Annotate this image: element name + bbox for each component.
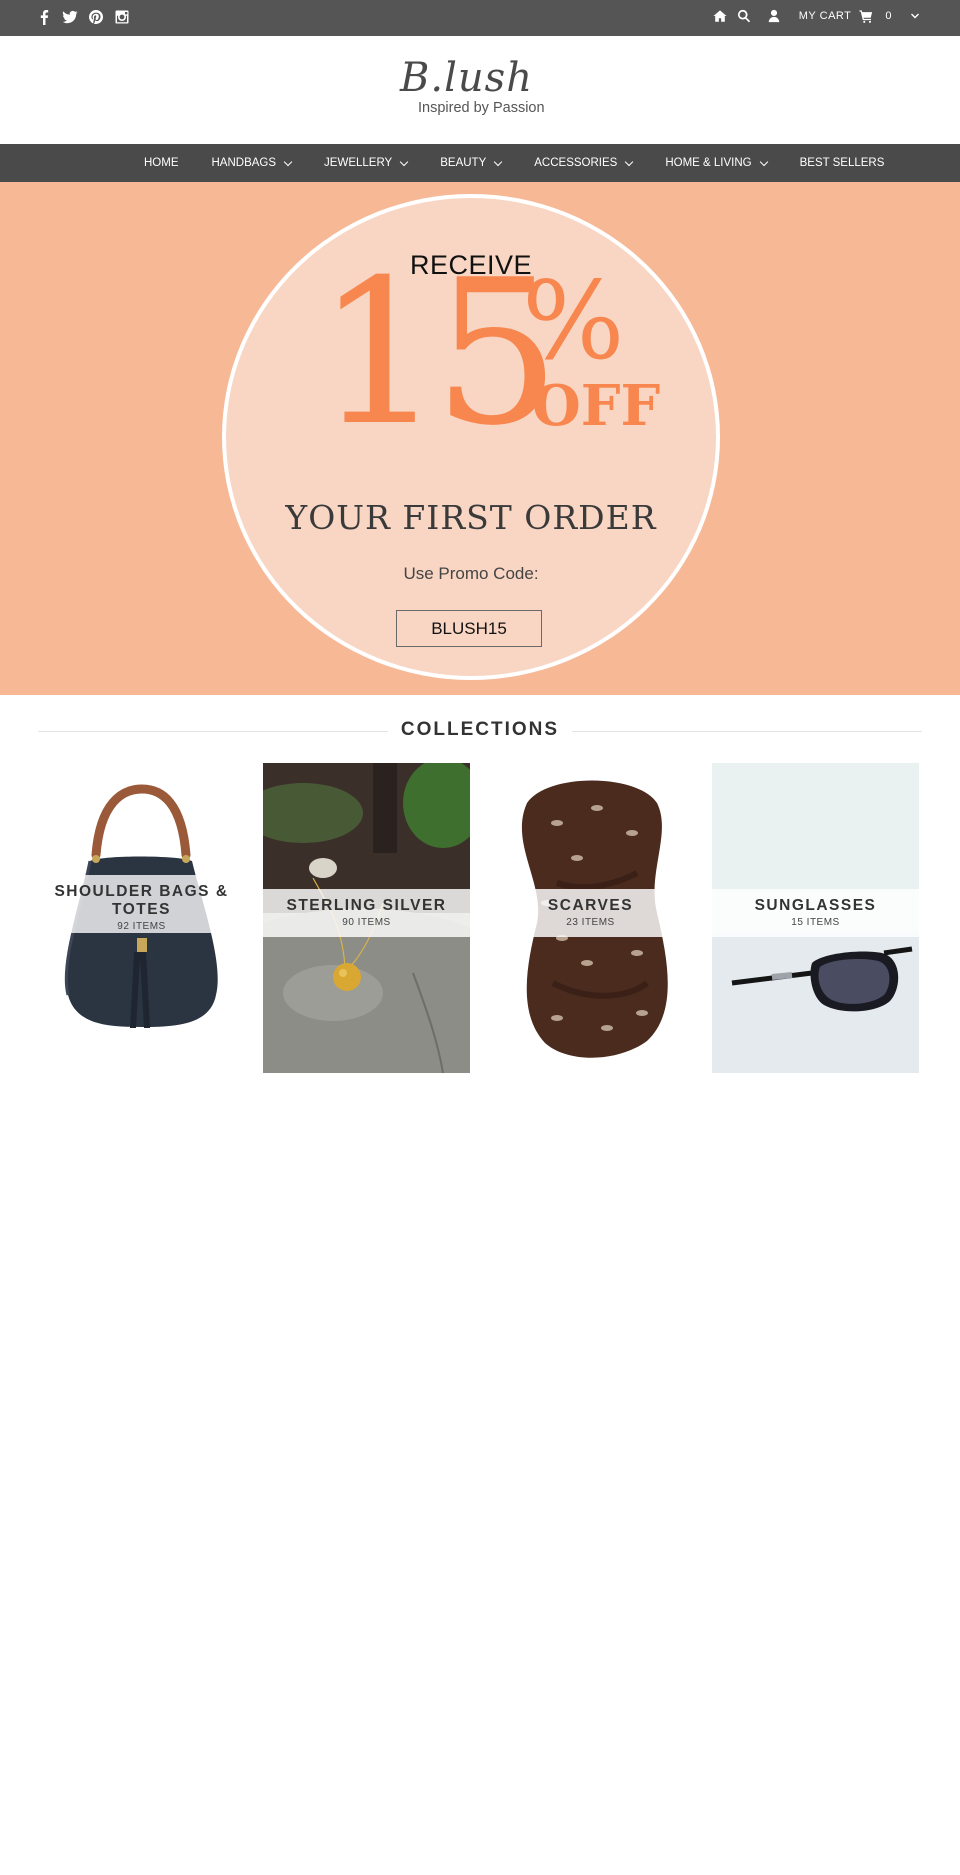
- promo-percent-number: 15: [316, 237, 560, 470]
- logo-wordmark: B.lush: [400, 55, 533, 101]
- nav-item-label: HANDBAGS: [211, 157, 277, 169]
- top-bar: MY CART 0: [0, 0, 960, 36]
- site-header: B.lush Inspired by Passion: [0, 36, 960, 144]
- collection-tile-sunglasses[interactable]: SUNGLASSES 15 ITEMS: [712, 763, 919, 1073]
- chevron-down-icon: [283, 157, 293, 166]
- collection-count: 90 ITEMS: [342, 917, 391, 928]
- chevron-down-icon[interactable]: [910, 11, 920, 21]
- collections-heading: COLLECTIONS: [38, 716, 922, 746]
- utility-links: MY CART 0: [713, 9, 920, 23]
- collection-name: SCARVES: [547, 897, 634, 914]
- nav-item-best-sellers[interactable]: BEST SELLERS: [800, 157, 885, 169]
- chevron-down-icon: [399, 157, 409, 166]
- chevron-down-icon: [625, 157, 634, 166]
- collection-caption: SCARVES 23 ITEMS: [487, 889, 694, 937]
- nav-item-home[interactable]: HOME: [144, 157, 179, 169]
- nav-item-label: JEWELLERY: [324, 157, 393, 169]
- chevron-down-icon: [759, 157, 768, 166]
- cart-icon: [859, 9, 873, 23]
- collection-tile-scarves[interactable]: SCARVES 23 ITEMS: [487, 763, 694, 1073]
- collection-count: 23 ITEMS: [566, 917, 615, 928]
- nav-item-beauty[interactable]: BEAUTY: [440, 157, 503, 169]
- promo-code-box: BLUSH15: [396, 610, 542, 647]
- nav-item-home-living[interactable]: HOME & LIVING: [665, 157, 768, 169]
- nav-item-handbags[interactable]: HANDBAGS: [211, 157, 293, 169]
- site-logo[interactable]: B.lush Inspired by Passion: [398, 56, 558, 122]
- logo-tagline: Inspired by Passion: [418, 100, 545, 116]
- collection-name: SUNGLASSES: [754, 897, 877, 914]
- collection-caption: SHOULDER BAGS & TOTES 92 ITEMS: [38, 875, 245, 933]
- nav-item-label: HOME: [144, 157, 179, 169]
- home-icon[interactable]: [713, 9, 727, 23]
- promo-code-label: Use Promo Code:: [403, 564, 539, 583]
- collection-tile-sterling-silver[interactable]: STERLING SILVER 90 ITEMS: [263, 763, 470, 1073]
- search-icon[interactable]: [737, 9, 751, 23]
- nav-item-accessories[interactable]: ACCESSORIES: [534, 157, 634, 169]
- user-icon[interactable]: [767, 9, 781, 23]
- main-nav: HOME HANDBAGS JEWELLERY BEAUTY ACCESSORI…: [0, 144, 960, 182]
- nav-item-label: HOME & LIVING: [665, 157, 752, 169]
- nav-item-jewellery[interactable]: JEWELLERY: [324, 157, 409, 169]
- pinterest-icon[interactable]: [88, 9, 104, 25]
- collection-caption: STERLING SILVER 90 ITEMS: [263, 889, 470, 937]
- cart-count: 0: [885, 10, 892, 22]
- facebook-icon[interactable]: [36, 9, 52, 25]
- collection-name: STERLING SILVER: [286, 897, 447, 914]
- promo-off-text: OFF: [532, 373, 661, 439]
- promo-percent-sign: %: [522, 259, 625, 384]
- instagram-icon[interactable]: [114, 9, 130, 25]
- nav-item-label: BEAUTY: [440, 157, 487, 169]
- social-links: [36, 9, 130, 25]
- collection-count: 15 ITEMS: [791, 917, 840, 928]
- twitter-icon[interactable]: [62, 9, 78, 25]
- cart-label: MY CART: [798, 10, 852, 22]
- promo-first-order-text: YOUR FIRST ORDER: [285, 498, 657, 537]
- collection-tile-shoulder-bags[interactable]: SHOULDER BAGS & TOTES 92 ITEMS: [38, 763, 245, 1073]
- collection-caption: SUNGLASSES 15 ITEMS: [712, 889, 919, 937]
- promo-circle: RECEIVE 15 % OFF YOUR FIRST ORDER Use Pr…: [222, 194, 720, 680]
- section-title: COLLECTIONS: [400, 719, 560, 740]
- collection-count: 92 ITEMS: [117, 921, 166, 932]
- collection-name: SHOULDER BAGS & TOTES: [54, 883, 229, 918]
- nav-item-label: ACCESSORIES: [534, 157, 618, 169]
- promo-banner[interactable]: RECEIVE 15 % OFF YOUR FIRST ORDER Use Pr…: [0, 182, 960, 695]
- cart-link[interactable]: MY CART 0: [799, 9, 892, 23]
- chevron-down-icon: [494, 157, 503, 166]
- nav-item-label: BEST SELLERS: [799, 157, 885, 169]
